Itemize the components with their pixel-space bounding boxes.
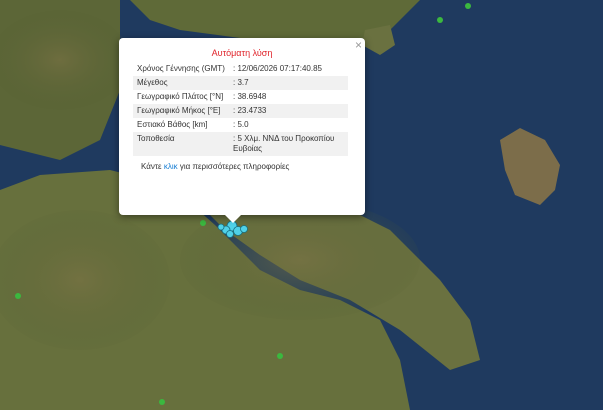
- station-marker[interactable]: [277, 353, 283, 359]
- table-row: Τοποθεσία 5 Χλμ. ΝΝΔ του Προκοπίου Ευβοί…: [133, 132, 348, 156]
- row-value: 3.7: [229, 76, 348, 90]
- table-row: Μέγεθος 3.7: [133, 76, 348, 90]
- station-marker[interactable]: [437, 17, 443, 23]
- more-info-line: Κάντε κλικ για περισσότερες πληροφορίες: [141, 162, 365, 171]
- earthquake-info-popup: × Αυτόματη λύση Χρόνος Γέννησης (GMT) 12…: [119, 38, 365, 223]
- row-label: Χρόνος Γέννησης (GMT): [137, 64, 225, 73]
- row-label: Εστιακό Βάθος [km]: [137, 120, 208, 129]
- row-value: 38.6948: [229, 90, 348, 104]
- epicenter-marker[interactable]: [226, 230, 234, 238]
- more-info-suffix: για περισσότερες πληροφορίες: [179, 162, 290, 171]
- row-label: Τοποθεσία: [133, 132, 229, 156]
- row-value: 5.0: [229, 118, 348, 132]
- more-info-prefix: Κάντε: [141, 162, 162, 171]
- terrain-highlight: [180, 200, 420, 320]
- epicenter-marker[interactable]: [217, 223, 225, 231]
- more-info-link[interactable]: κλικ: [164, 162, 178, 171]
- station-marker[interactable]: [465, 3, 471, 9]
- station-marker[interactable]: [15, 293, 21, 299]
- station-marker[interactable]: [200, 220, 206, 226]
- close-icon[interactable]: ×: [355, 39, 362, 51]
- epicenter-marker[interactable]: [240, 225, 248, 233]
- row-label: Γεωγραφικό Μήκος [°E]: [133, 104, 229, 118]
- station-marker[interactable]: [159, 399, 165, 405]
- table-row: Εστιακό Βάθος [km] 5.0: [133, 118, 348, 132]
- row-label: Μέγεθος: [133, 76, 229, 90]
- popup-title: Αυτόματη λύση: [211, 48, 273, 58]
- table-row: Χρόνος Γέννησης (GMT) 12/06/2026 07:17:4…: [133, 62, 348, 76]
- row-value: 23.4733: [229, 104, 348, 118]
- row-value: 5 Χλμ. ΝΝΔ του Προκοπίου Ευβοίας: [229, 132, 348, 156]
- table-row: Γεωγραφικό Μήκος [°E] 23.4733: [133, 104, 348, 118]
- row-value: 12/06/2026 07:17:40.85: [229, 62, 348, 76]
- table-row: Γεωγραφικό Πλάτος [°N] 38.6948: [133, 90, 348, 104]
- row-label: Γεωγραφικό Πλάτος [°N]: [137, 92, 224, 101]
- earthquake-details-table: Χρόνος Γέννησης (GMT) 12/06/2026 07:17:4…: [133, 62, 348, 156]
